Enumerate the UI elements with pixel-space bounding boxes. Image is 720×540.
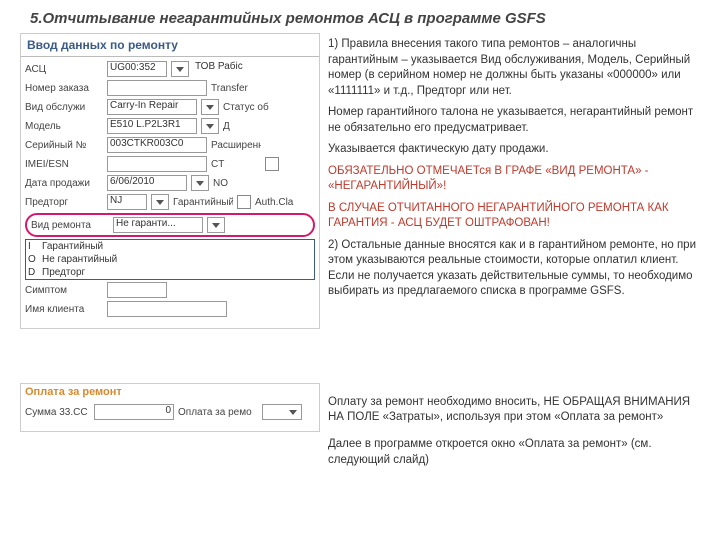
field-orderno[interactable] [107,80,207,96]
instruction-p3: Указывается фактическую дату продажи. [328,142,700,158]
label-no: NO [213,178,263,189]
dropdown-asc[interactable] [171,61,189,77]
instruction-p6: 2) Остальные данные вносятся как и в гар… [328,238,700,300]
label-ct: CT [211,159,261,170]
field-sum[interactable]: 0 [94,404,174,420]
label-model: Модель [25,121,103,132]
payment-p2: Далее в программе откроется окно «Оплата… [328,437,700,468]
field-asc[interactable]: UG00:352 [107,61,167,77]
field-repairtype[interactable]: Не гаранти... [113,217,203,233]
instruction-p1: 1) Правила внесения такого типа ремонтов… [328,37,700,99]
payment-text: Оплату за ремонт необходимо вносить, НЕ … [328,383,700,480]
label-saledate: Дата продажи [25,178,103,189]
dropdown-option[interactable]: O Не гарантийный [26,253,314,266]
label-paylabel: Оплата за ремо [178,407,258,418]
label-warranty: Гарантийный [173,197,233,208]
label-d: Д [223,121,273,132]
payment-screenshot: Оплата за ремонт Сумма 33.CC 0 Оплата за… [20,383,320,432]
label-serial: Серийный № [25,140,103,151]
form-screenshot: Ввод данных по ремонту АСЦ UG00:352 ТОВ … [20,33,320,329]
checkbox-ct[interactable] [265,157,279,171]
label-sum: Сумма 33.CC [25,407,90,418]
label-imei: IMEI/ESN [25,159,103,170]
label-clientname: Имя клиента [25,304,103,315]
payment-heading: Оплата за ремонт [21,384,319,400]
dropdown-option[interactable]: D Предторг [26,266,314,279]
field-clientname[interactable] [107,301,227,317]
repairtype-dropdown-list[interactable]: I Гарантийный O Не гарантийный D Предтор… [25,239,315,280]
field-servicetype[interactable]: Carry-In Repair [107,99,197,115]
dropdown-option[interactable]: I Гарантийный [26,240,314,253]
label-repairtype: Вид ремонта [31,220,109,231]
field-pretorg[interactable]: NJ [107,194,147,210]
payment-p1: Оплату за ремонт необходимо вносить, НЕ … [328,395,700,426]
instruction-p5: В СЛУЧАЕ ОТЧИТАННОГО НЕГАРАНТИЙНОГО РЕМО… [328,201,700,232]
label-status: Статус об [223,102,273,113]
label-orderno: Номер заказа [25,83,103,94]
label-ext: Расширенна [211,140,261,151]
field-imei[interactable] [107,156,207,172]
dropdown-repairtype[interactable] [207,217,225,233]
repairtype-highlight: Вид ремонта Не гаранти... [25,213,315,237]
dropdown-pretorg[interactable] [151,194,169,210]
dropdown-servicetype[interactable] [201,99,219,115]
dropdown-saledate[interactable] [191,175,209,191]
checkbox-warranty[interactable] [237,195,251,209]
label-transfer: Transfer [211,83,261,94]
instruction-p2: Номер гарантийного талона не указывается… [328,105,700,136]
label-pretorg: Предторг [25,197,103,208]
field-asc-name: ТОВ Рабіс [193,61,283,77]
page-title: 5.Отчитывание негарантийных ремонтов АСЦ… [0,0,720,33]
dropdown-pay[interactable] [262,404,302,420]
field-saledate[interactable]: 6/06/2010 [107,175,187,191]
label-symptom: Симптом [25,285,103,296]
label-asc: АСЦ [25,64,103,75]
field-symptom[interactable] [107,282,167,298]
field-model[interactable]: E510 L.P2L3R1 [107,118,197,134]
label-authcla: Auth.Cla [255,197,305,208]
field-serial[interactable]: 003CTKR003C0 [107,137,207,153]
instructions-text: 1) Правила внесения такого типа ремонтов… [328,33,700,333]
instruction-p4: ОБЯЗАТЕЛЬНО ОТМЕЧАЕТся В ГРАФЕ «ВИД РЕМО… [328,164,700,195]
panel-heading: Ввод данных по ремонту [21,34,319,57]
dropdown-model[interactable] [201,118,219,134]
label-servicetype: Вид обслужи [25,102,103,113]
